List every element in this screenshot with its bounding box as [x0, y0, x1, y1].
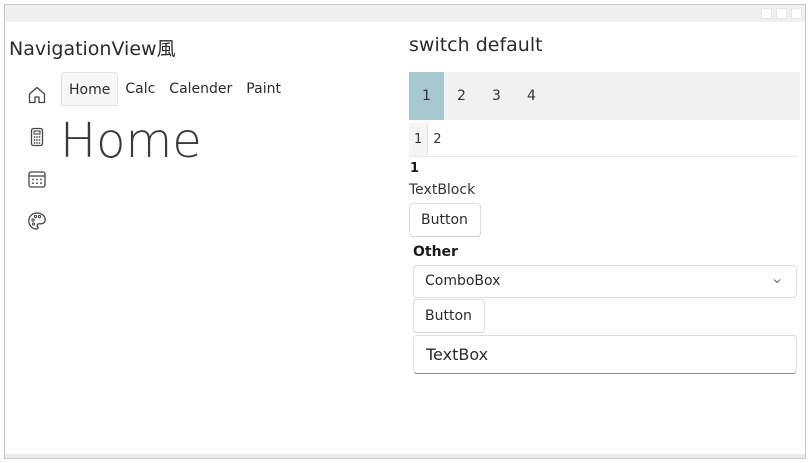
nav-item-home[interactable] [25, 83, 49, 107]
sub-tab-2[interactable]: 2 [428, 123, 446, 156]
pivot-item-1[interactable]: 1 [409, 72, 444, 120]
tab-home[interactable]: Home [61, 72, 119, 106]
tab-calender[interactable]: Calender [162, 72, 239, 106]
nav-item-calc[interactable] [25, 125, 49, 149]
app-window: NavigationView風 Home Calc Calender Paint… [4, 4, 806, 459]
calculator-icon [30, 127, 44, 147]
nav-item-calender[interactable] [25, 167, 49, 191]
textbox-value: TextBox [426, 345, 489, 364]
navigation-view-title: NavigationView風 [9, 38, 176, 60]
title-bar [5, 5, 805, 22]
other-group-header: Other [413, 244, 458, 260]
textblock-label: TextBlock [409, 182, 476, 198]
caption-buttons [761, 8, 802, 19]
content-button[interactable]: Button [409, 203, 481, 237]
pivot-header: 1 2 3 4 [409, 72, 800, 120]
chevron-down-icon [773, 279, 781, 284]
home-icon [28, 86, 46, 104]
sub-tab-1[interactable]: 1 [409, 123, 429, 156]
tab-paint[interactable]: Paint [239, 72, 288, 106]
page-heading: Home [60, 113, 202, 169]
navigation-tabs: Home Calc Calender Paint [61, 72, 288, 106]
minimize-button[interactable] [761, 8, 772, 19]
pivot-item-3[interactable]: 3 [479, 72, 514, 120]
calendar-icon [28, 171, 46, 188]
maximize-button[interactable] [776, 8, 787, 19]
combobox[interactable]: ComboBox [413, 265, 797, 298]
navigation-pane [25, 83, 49, 251]
tab-calc[interactable]: Calc [118, 72, 162, 106]
switch-default-title: switch default [409, 34, 543, 56]
textbox[interactable]: TextBox [413, 335, 797, 374]
nav-item-paint[interactable] [25, 209, 49, 233]
content-number: 1 [410, 161, 420, 176]
sub-tab-strip: 1 2 [409, 123, 798, 157]
pivot-item-2[interactable]: 2 [444, 72, 479, 120]
pivot-item-4[interactable]: 4 [514, 72, 549, 120]
combobox-value: ComboBox [425, 273, 501, 289]
window-bottom-border [5, 454, 805, 458]
palette-icon [28, 212, 46, 230]
other-button[interactable]: Button [413, 299, 485, 333]
close-button[interactable] [791, 8, 802, 19]
